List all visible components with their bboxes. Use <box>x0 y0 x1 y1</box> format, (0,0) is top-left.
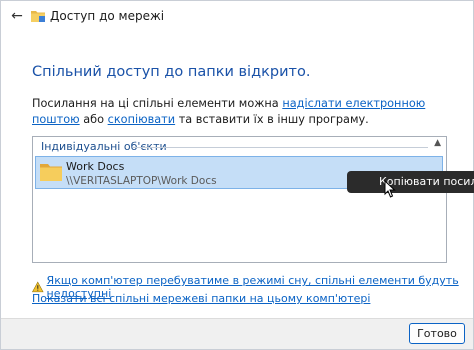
collapse-chevron-icon[interactable]: ▲ <box>434 138 441 148</box>
item-name: Work Docs <box>66 160 125 173</box>
description-text: Посилання на ці спільні елементи можна н… <box>32 96 452 128</box>
network-folder-icon <box>31 11 45 22</box>
copy-link-tooltip: Копіювати посилання <box>347 171 474 193</box>
description-part3: та вставити їх в іншу програму. <box>175 113 369 126</box>
group-divider <box>133 147 428 148</box>
network-access-dialog: ← Доступ до мережі Спільний доступ до па… <box>0 0 474 350</box>
back-arrow-icon[interactable]: ← <box>7 6 27 26</box>
description-part1: Посилання на ці спільні елементи можна <box>32 97 283 110</box>
item-path: \\VERITASLAPTOP\Work Docs <box>66 175 217 187</box>
description-part2: або <box>79 113 108 126</box>
copy-link[interactable]: скопіювати <box>108 113 175 126</box>
title-bar: ← Доступ до мережі <box>1 1 473 31</box>
done-button[interactable]: Готово <box>409 323 465 344</box>
mouse-cursor-icon <box>384 180 396 198</box>
shared-items-list[interactable]: Індивідуальні об'єкти ▲ Work Docs \\VERI… <box>32 136 447 263</box>
page-heading: Спільний доступ до папки відкрито. <box>32 64 311 80</box>
window-title: Доступ до мережі <box>50 9 165 23</box>
dialog-footer: Готово <box>1 318 473 349</box>
folder-icon <box>40 164 62 181</box>
show-all-shares-link[interactable]: Показати всі спільні мережеві папки на ц… <box>32 292 370 305</box>
